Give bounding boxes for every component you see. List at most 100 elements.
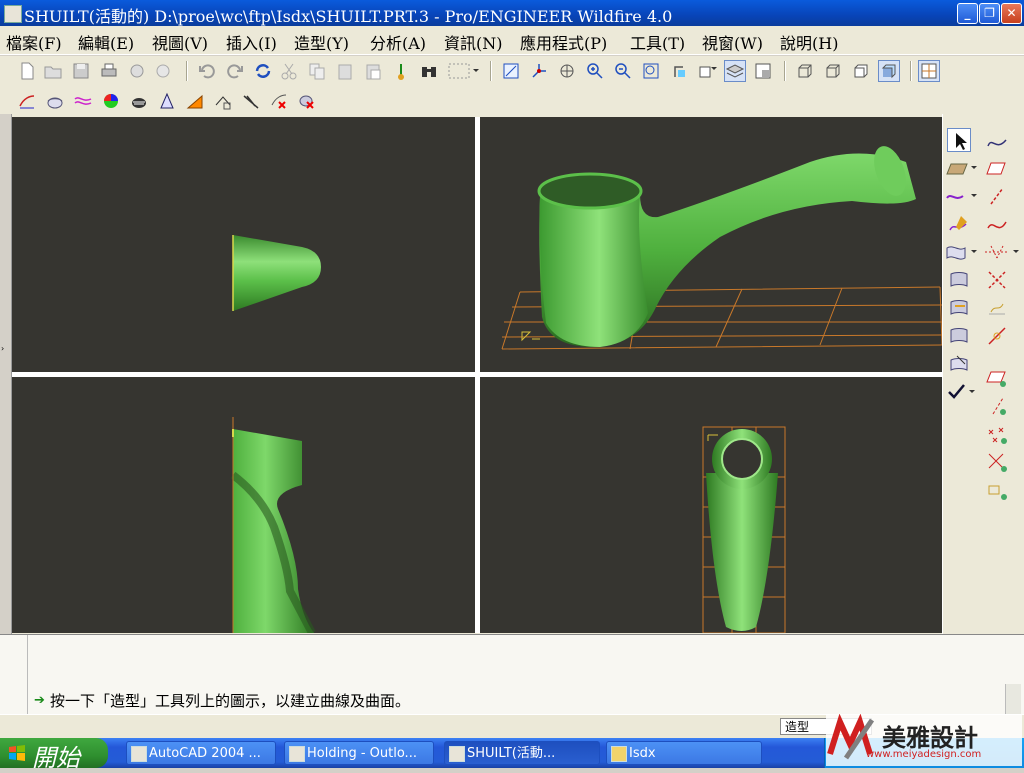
left-collapse-strip[interactable]: › <box>0 114 12 634</box>
wireframe-icon[interactable] <box>794 60 816 82</box>
task-outlook[interactable]: Holding - Outlo... <box>284 741 434 765</box>
menu-info[interactable]: 資訊(N) <box>444 30 503 54</box>
paste-special-icon[interactable] <box>362 60 384 82</box>
surface-connect-icon[interactable] <box>947 268 971 292</box>
maximize-button[interactable]: ❐ <box>979 3 1000 24</box>
menu-insert[interactable]: 插入(I) <box>226 30 277 54</box>
drop-curve-icon[interactable] <box>983 240 1019 264</box>
hidden-line-icon[interactable] <box>822 60 844 82</box>
gaussian-curvature-icon[interactable] <box>100 90 122 112</box>
menu-file[interactable]: 檔案(F) <box>6 30 62 54</box>
task-autocad[interactable]: AutoCAD 2004 ... <box>126 741 276 765</box>
show-plane-icon[interactable] <box>985 366 1009 390</box>
curve-on-surface-icon[interactable] <box>985 296 1009 320</box>
shading-icon[interactable] <box>878 60 900 82</box>
task-label: Holding - Outlo... <box>307 746 417 761</box>
copy-icon[interactable] <box>306 60 328 82</box>
task-isdx-folder[interactable]: Isdx <box>606 741 762 765</box>
delete-analysis-icon[interactable] <box>268 90 290 112</box>
selection-box-icon[interactable] <box>446 60 480 82</box>
curvature-analysis-icon[interactable] <box>16 90 38 112</box>
viewport-top-left[interactable] <box>12 117 475 372</box>
save-icon[interactable] <box>70 60 92 82</box>
surface-trim-icon[interactable] <box>947 296 971 320</box>
redo-icon[interactable] <box>224 60 246 82</box>
layers-icon[interactable] <box>724 60 746 82</box>
viewport-bottom-left[interactable] <box>12 377 475 633</box>
repaint-icon[interactable] <box>500 60 522 82</box>
menu-analysis[interactable]: 分析(A) <box>370 30 426 54</box>
section-analysis-icon[interactable] <box>44 90 66 112</box>
email-icon[interactable] <box>126 60 148 82</box>
viewport-bottom-right[interactable] <box>480 377 942 633</box>
saved-views-icon[interactable] <box>696 60 718 82</box>
message-arrow-icon: ➔ <box>34 693 45 708</box>
orient-mode-icon[interactable] <box>556 60 578 82</box>
start-button[interactable]: 開始 <box>0 738 108 772</box>
sketch-grid-icon[interactable] <box>918 60 940 82</box>
edit-curve-icon[interactable] <box>947 212 971 236</box>
menu-tools[interactable]: 工具(T) <box>630 30 685 54</box>
surface-analysis-icon[interactable] <box>947 352 971 376</box>
undo-icon[interactable] <box>196 60 218 82</box>
show-curve-icon[interactable] <box>985 478 1009 502</box>
menu-applications[interactable]: 應用程式(P) <box>520 30 607 54</box>
zoom-out-icon[interactable] <box>612 60 634 82</box>
offset-analysis-icon[interactable] <box>72 90 94 112</box>
proengineer-icon <box>449 746 465 762</box>
toolbar-separator <box>186 61 188 81</box>
spin-center-icon[interactable] <box>528 60 550 82</box>
trim-curve-icon[interactable] <box>985 324 1009 348</box>
create-curve-icon[interactable] <box>945 184 977 208</box>
regenerate-icon[interactable] <box>252 60 274 82</box>
title-bar: SHUILT(活動的) D:\proe\wc\ftp\Isdx\SHUILT.P… <box>0 0 1024 26</box>
view-manager-icon[interactable] <box>752 60 774 82</box>
dihedral-analysis-icon[interactable] <box>212 90 234 112</box>
close-button[interactable]: ✕ <box>1001 3 1022 24</box>
collapse-arrow-icon[interactable]: › <box>1 344 4 353</box>
delete-all-analysis-icon[interactable] <box>296 90 318 112</box>
select-arrow-icon[interactable] <box>947 128 971 152</box>
done-checkmark-icon[interactable] <box>945 380 977 404</box>
send-icon[interactable] <box>152 60 174 82</box>
viewport-top-right[interactable] <box>480 117 942 372</box>
print-icon[interactable] <box>98 60 120 82</box>
curve-intersect-icon[interactable] <box>985 268 1009 292</box>
zoom-in-icon[interactable] <box>584 60 606 82</box>
surface-edit-icon[interactable] <box>947 324 971 348</box>
new-file-icon[interactable] <box>16 60 38 82</box>
reorient-icon[interactable] <box>668 60 690 82</box>
minimize-button[interactable]: _ <box>957 3 978 24</box>
menu-edit[interactable]: 編輯(E) <box>78 30 134 54</box>
show-points-icon[interactable] <box>985 422 1009 446</box>
curve-from-surface-icon[interactable] <box>985 128 1009 152</box>
curve-analysis-icon[interactable] <box>240 90 262 112</box>
reflection-analysis-icon[interactable] <box>128 90 150 112</box>
show-line-icon[interactable] <box>985 394 1009 418</box>
menu-view[interactable]: 視圖(V) <box>152 30 208 54</box>
open-folder-icon[interactable] <box>42 60 64 82</box>
menu-window[interactable]: 視窗(W) <box>702 30 763 54</box>
internal-plane-icon[interactable] <box>985 156 1009 180</box>
no-hidden-icon[interactable] <box>850 60 872 82</box>
model-tree-icon[interactable] <box>390 60 412 82</box>
draft-analysis-icon[interactable] <box>156 90 178 112</box>
menu-help[interactable]: 說明(H) <box>780 30 838 54</box>
cut-icon[interactable] <box>278 60 300 82</box>
task-proengineer[interactable]: SHUILT(活動... <box>444 741 600 765</box>
active-plane-icon[interactable] <box>945 156 977 180</box>
find-binoculars-icon[interactable] <box>418 60 440 82</box>
show-intersect-icon[interactable] <box>985 450 1009 474</box>
line-curve-icon[interactable] <box>985 184 1009 208</box>
watermark-cn: 美雅設計 <box>882 724 978 752</box>
refit-icon[interactable] <box>640 60 662 82</box>
freeform-curve-icon[interactable] <box>985 212 1009 236</box>
paste-icon[interactable] <box>334 60 356 82</box>
menu-style[interactable]: 造型(Y) <box>294 30 349 54</box>
slope-analysis-icon[interactable] <box>184 90 206 112</box>
message-scrollbar[interactable] <box>1005 684 1021 714</box>
surface-from-boundaries-icon[interactable] <box>945 240 977 264</box>
viewport-vertical-divider[interactable] <box>475 117 480 633</box>
app-icon[interactable] <box>4 5 22 23</box>
task-label: SHUILT(活動... <box>467 746 556 761</box>
